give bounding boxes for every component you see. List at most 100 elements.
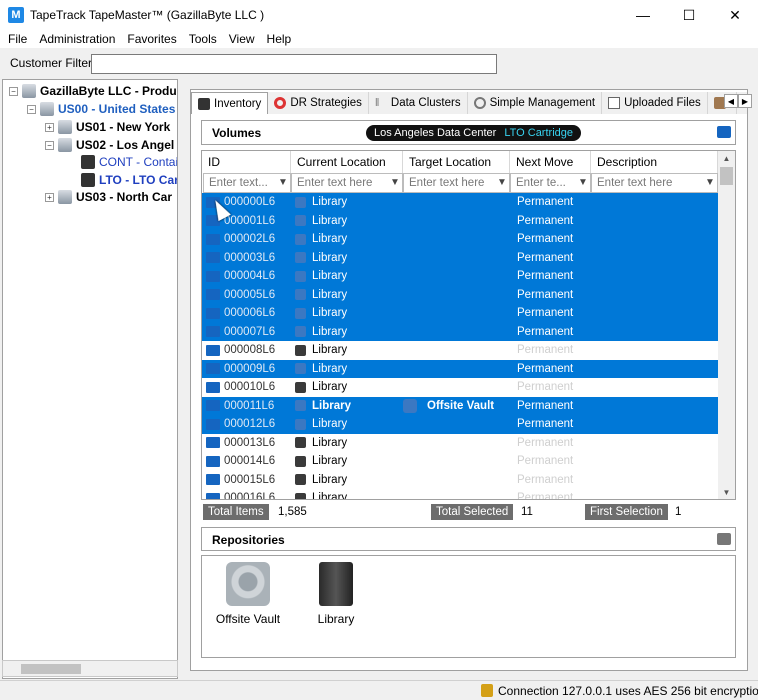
current-location: Library [312,307,348,320]
cell-current-location: Library [291,249,403,268]
tree-node[interactable]: CONT - Contai [81,153,177,171]
tab-data-clusters[interactable]: ‖ Data Clusters [369,92,468,114]
cell-target-location [403,323,510,342]
tab-simple-management[interactable]: Simple Management [468,92,603,114]
customer-filter-input[interactable] [91,54,497,74]
table-row[interactable]: 000016L6 Library Permanent [202,489,718,499]
scrollbar-thumb[interactable] [21,664,81,674]
table-row[interactable]: 000002L6 Library Permanent [202,230,718,249]
repository-library[interactable]: Library [296,562,376,626]
column-header-current-location[interactable]: Current Location [291,151,403,173]
table-row[interactable]: 000013L6 Library Permanent [202,434,718,453]
cell-target-location [403,286,510,305]
cell-next-move: Permanent [517,418,574,431]
tree-node-label: US02 - Los Angel [76,138,175,152]
menu-tools[interactable]: Tools [181,32,217,46]
filter-placeholder: Enter text here [297,177,373,189]
cell-target-location [403,267,510,286]
table-row[interactable]: 000012L6 Library Permanent [202,415,718,434]
tree-node[interactable]: − US02 - Los Angel [45,136,174,154]
library-icon [295,289,306,301]
grid-vertical-scrollbar[interactable]: ▲ ▼ [718,151,735,499]
repository-offsite-vault[interactable]: Offsite Vault [208,562,288,626]
column-header-target-location[interactable]: Target Location [403,151,510,173]
cell-target-location [403,230,510,249]
column-header-description[interactable]: Description [591,151,718,173]
library-icon [295,381,306,393]
volume-id: 000004L6 [224,270,276,283]
table-row[interactable]: 000003L6 Library Permanent [202,248,718,268]
menu-help[interactable]: Help [259,32,292,46]
tree-node[interactable]: + US01 - New York [45,118,170,136]
cell-current-location: Library [291,360,403,379]
table-row[interactable]: 000005L6 Library Permanent [202,285,718,305]
expand-icon[interactable]: + [45,192,54,202]
context-pill: Los Angeles Data Center LTO Cartridge [366,125,581,141]
server-icon [40,102,54,116]
current-location: Library [312,436,348,449]
tree-node[interactable]: LTO - LTO Car [81,171,177,189]
menu-administration[interactable]: Administration [31,32,115,46]
table-row[interactable]: 000011L6 Library Offsite Vault Permanent [202,396,718,415]
current-location: Library [312,399,351,412]
table-row[interactable]: 000009L6 Library Permanent [202,359,718,379]
tab-dr-strategies[interactable]: DR Strategies [268,92,369,114]
table-row[interactable]: 000015L6 Library Permanent [202,471,718,490]
tab-scroll-left-button[interactable]: ◀ [724,94,738,108]
cell-current-location: Library [291,378,403,397]
filter-icon[interactable]: ▼ [278,177,288,189]
next-move-filter-input[interactable]: Enter te... ▼ [510,173,591,193]
tab-uploaded-files[interactable]: Uploaded Files [602,92,708,114]
cell-next-move: Permanent [517,251,574,264]
cell-next-move: Permanent [517,381,574,394]
filter-icon[interactable]: ▼ [705,177,715,189]
customer-filter-label: Customer Filter [10,56,93,70]
table-row[interactable]: 000000L6 Library Permanent [202,193,718,212]
table-row[interactable]: 000004L6 Library Permanent [202,267,718,286]
column-header-next-move[interactable]: Next Move [510,151,591,173]
tree-node[interactable]: − US00 - United States [27,100,175,118]
filter-icon[interactable]: ▼ [578,177,588,189]
total-selected-value: 11 [521,506,533,518]
volume-id: 000000L6 [224,196,276,209]
current-location-filter-input[interactable]: Enter text here ▼ [291,173,403,193]
target-location-filter-input[interactable]: Enter text here ▼ [403,173,510,193]
volume-icon [206,400,220,412]
scroll-up-icon[interactable]: ▲ [718,151,735,165]
tab-bar: Inventory DR Strategies ‖ Data Clusters … [191,92,747,114]
table-row[interactable]: 000010L6 Library Permanent [202,378,718,397]
id-filter-input[interactable]: Enter text... ▼ [203,173,291,193]
cell-next-move: Permanent [517,288,574,301]
tab-scroll-right-button[interactable]: ▶ [738,94,752,108]
filter-placeholder: Enter text here [597,177,673,189]
filter-icon[interactable]: ▼ [497,177,507,189]
scroll-down-icon[interactable]: ▼ [718,485,735,499]
cell-target-location [403,434,510,453]
menu-file[interactable]: File [0,32,27,46]
collapse-icon[interactable]: − [9,86,18,96]
table-row[interactable]: 000006L6 Library Permanent [202,304,718,323]
menu-favorites[interactable]: Favorites [119,32,176,46]
menu-view[interactable]: View [221,32,255,46]
close-button[interactable]: ✕ [712,0,758,30]
table-row[interactable]: 000014L6 Library Permanent [202,452,718,471]
filter-icon[interactable]: ▼ [390,177,400,189]
scrollbar-thumb[interactable] [720,167,733,185]
column-header-id[interactable]: ID [202,151,291,173]
table-row[interactable]: 000007L6 Library Permanent [202,322,718,342]
collapse-icon[interactable]: − [45,140,54,150]
minimize-button[interactable]: — [620,0,666,30]
tab-inventory[interactable]: Inventory [191,92,269,114]
current-location: Library [312,344,348,357]
table-row[interactable]: 000008L6 Library Permanent [202,341,718,360]
current-location: Library [312,233,348,246]
description-filter-input[interactable]: Enter text here ▼ [591,173,718,193]
first-selection-label: First Selection [585,504,668,520]
expand-icon[interactable]: + [45,122,54,132]
table-row[interactable]: 000001L6 Library Permanent [202,211,718,230]
tree-node[interactable]: + US03 - North Car [45,188,172,206]
tree-horizontal-scrollbar[interactable] [2,660,178,677]
tree-node[interactable]: − GazillaByte LLC - Produc [9,82,177,100]
maximize-button[interactable]: ☐ [666,0,712,30]
collapse-icon[interactable]: − [27,104,36,114]
